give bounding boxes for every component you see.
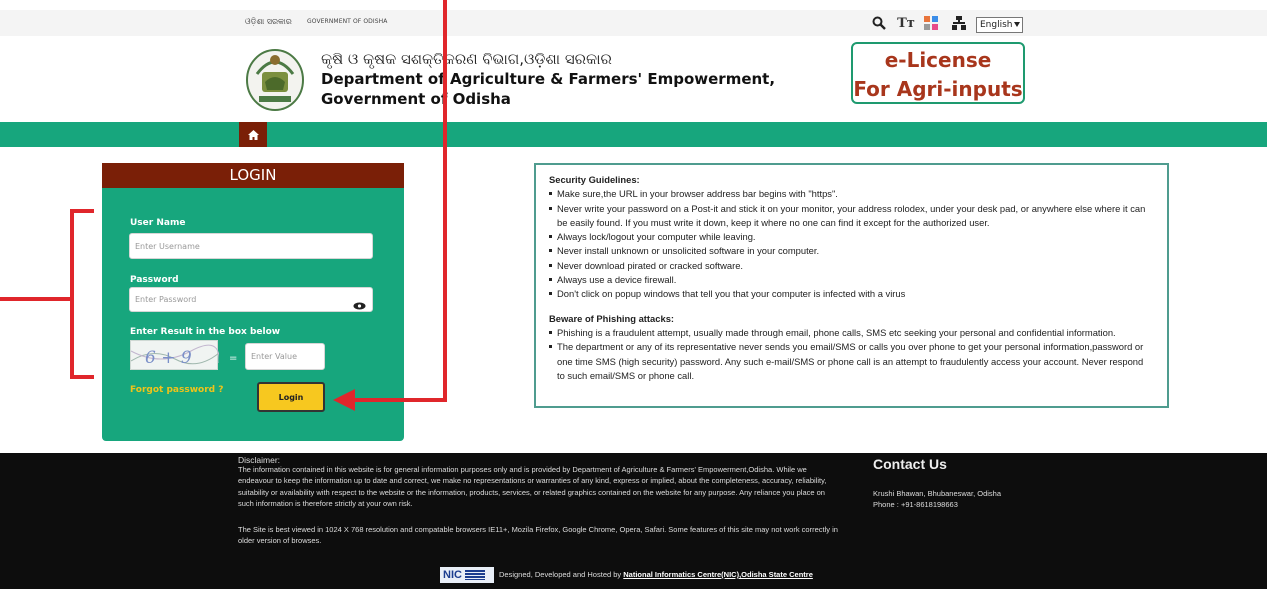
username-label: User Name <box>130 218 186 228</box>
password-placeholder: Enter Password <box>135 295 197 304</box>
home-button[interactable] <box>239 122 267 147</box>
contact-title: Contact Us <box>873 456 947 472</box>
elicense-line-1: e-License <box>884 48 992 72</box>
contact-details: Krushi Bhawan, Bhubaneswar, Odisha Phone… <box>873 488 1001 510</box>
equals-sign: = <box>229 353 238 364</box>
annotation-arrow-vertical-line <box>443 0 447 402</box>
password-input[interactable]: Enter Password <box>129 287 373 312</box>
security-guidelines-list: Make sure,the URL in your browser addres… <box>549 187 1153 301</box>
government-name: Government of Odisha <box>321 90 511 108</box>
home-icon <box>247 129 259 140</box>
phishing-title: Beware of Phishing attacks: <box>549 312 675 324</box>
captcha-text: 6 + 9 <box>145 348 192 368</box>
login-button[interactable]: Login <box>257 382 325 412</box>
chevron-down-icon <box>1014 22 1020 27</box>
footer: Disclaimer: The information contained in… <box>0 453 1267 589</box>
annotation-arrowhead <box>333 389 355 411</box>
captcha-label: Enter Result in the box below <box>130 327 281 337</box>
security-guidelines-title: Security Guidelines: <box>549 174 640 185</box>
password-label: Password <box>130 275 179 285</box>
search-icon[interactable] <box>871 14 887 32</box>
captcha-input[interactable]: Enter Value <box>245 343 325 370</box>
login-page: ଓଡ଼ିଶା ସରକାର GOVERNMENT OF ODISHA Tт Eng… <box>0 0 1267 589</box>
disclaimer-text: The information contained in this websit… <box>238 465 827 508</box>
gov-en-text: GOVERNMENT OF ODISHA <box>307 18 388 25</box>
text-size-icon[interactable]: Tт <box>896 14 916 32</box>
annotation-arrow-horizontal-line <box>353 398 447 402</box>
language-select[interactable]: English <box>976 17 1023 33</box>
top-utility-bar: ଓଡ଼ିଶା ସରକାର GOVERNMENT OF ODISHA Tт Eng… <box>0 10 1267 36</box>
list-item: Always lock/logout your computer while l… <box>549 230 1153 244</box>
phishing-list: Phishing is a fraudulent attempt, usuall… <box>549 326 1153 383</box>
security-guidelines-box: Security Guidelines: Make sure,the URL i… <box>534 163 1169 408</box>
elicense-badge: e-License For Agri-inputs <box>851 42 1025 104</box>
list-item: Never install unknown or unsolicited sof… <box>549 244 1153 258</box>
contact-address: Krushi Bhawan, Bhubaneswar, Odisha <box>873 489 1001 498</box>
forgot-password-link[interactable]: Forgot password ? <box>130 385 223 395</box>
main-nav-bar <box>0 122 1267 147</box>
department-name-odia: କୃଷି ଓ କୃଷକ ସଶକ୍ତିକରଣ ବିଭାଗ,ଓଡ଼ିଶା ସରକାର <box>321 50 612 68</box>
elicense-line-2: For Agri-inputs <box>853 77 1023 101</box>
odisha-emblem-logo <box>243 42 307 112</box>
captcha-image: 6 + 9 <box>130 340 220 370</box>
list-item: The department or any of its representat… <box>549 340 1153 383</box>
color-contrast-icon[interactable] <box>922 14 940 32</box>
username-placeholder: Enter Username <box>135 241 200 251</box>
list-item: Don't click on popup windows that tell y… <box>549 287 1153 301</box>
nic-link[interactable]: National Informatics Centre(NIC),Odisha … <box>623 570 813 579</box>
username-input[interactable]: Enter Username <box>129 233 373 259</box>
contact-phone: Phone : +91-8618198663 <box>873 500 958 509</box>
annotation-bracket <box>70 209 94 379</box>
list-item: Phishing is a fraudulent attempt, usuall… <box>549 326 1153 340</box>
annotation-bracket-line <box>0 297 70 301</box>
captcha-placeholder: Enter Value <box>251 352 297 361</box>
credit-prefix: Designed, Developed and Hosted by <box>499 570 624 579</box>
gov-odia-text: ଓଡ଼ିଶା ସରକାର <box>245 17 292 26</box>
credit-text: Designed, Developed and Hosted by Nation… <box>499 570 813 579</box>
language-select-value: English <box>980 20 1013 30</box>
sitemap-icon[interactable] <box>950 14 968 32</box>
login-title: LOGIN <box>102 163 404 188</box>
nic-logo: NIC <box>440 567 494 583</box>
browser-compatibility-text: The Site is best viewed in 1024 X 768 re… <box>238 525 838 546</box>
list-item: Never download pirated or cracked softwa… <box>549 259 1153 273</box>
department-name: Department of Agriculture & Farmers' Emp… <box>321 70 776 88</box>
list-item: Make sure,the URL in your browser addres… <box>549 187 1153 201</box>
nic-logo-text: NIC <box>443 569 462 581</box>
list-item: Always use a device firewall. <box>549 273 1153 287</box>
list-item: Never write your password on a Post-it a… <box>549 202 1153 231</box>
show-password-eye-icon[interactable] <box>353 295 366 310</box>
